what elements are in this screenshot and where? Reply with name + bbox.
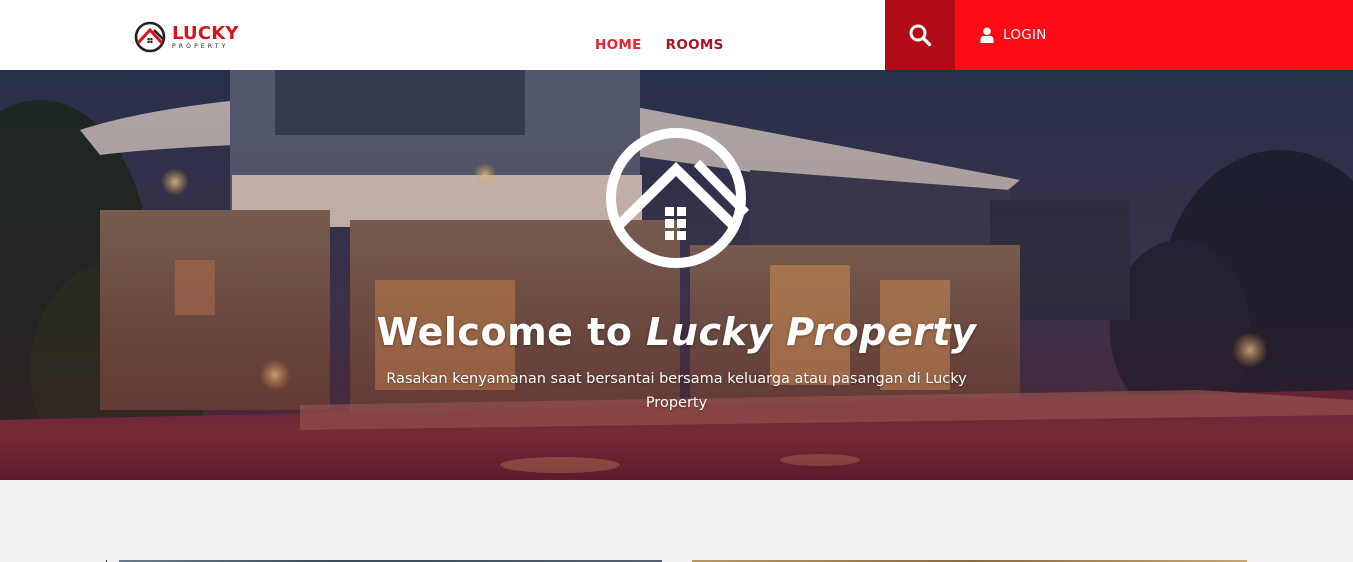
hero-banner: Welcome to Lucky Property Rasakan kenyam… (0, 70, 1353, 480)
site-header: LUCKY PROPERTY HOME ROOMS LOGIN (0, 0, 1353, 70)
brand-text: LUCKY PROPERTY (172, 22, 239, 50)
hero-title-emphasis: Lucky Property (646, 310, 977, 354)
user-icon (980, 27, 994, 43)
brand-name: LUCKY (172, 22, 239, 44)
hero-title-prefix: Welcome to (376, 310, 633, 354)
nav-item-rooms[interactable]: ROOMS (666, 37, 724, 53)
brand-tagline: PROPERTY (172, 42, 229, 50)
search-button[interactable] (885, 0, 955, 70)
login-button[interactable]: LOGIN (955, 0, 1353, 70)
login-label: LOGIN (1003, 27, 1047, 43)
nav-item-home[interactable]: HOME (595, 37, 642, 53)
main-nav: HOME ROOMS (595, 37, 724, 53)
search-icon (909, 24, 932, 47)
content-section (0, 480, 1353, 562)
hero-subtitle: Rasakan kenyamanan saat bersantai bersam… (386, 371, 967, 411)
house-logo-icon (134, 21, 166, 53)
hero-title: Welcome to Lucky Property (0, 310, 1353, 354)
brand-logo[interactable]: LUCKY PROPERTY (134, 20, 239, 54)
house-logo-icon (606, 128, 749, 268)
